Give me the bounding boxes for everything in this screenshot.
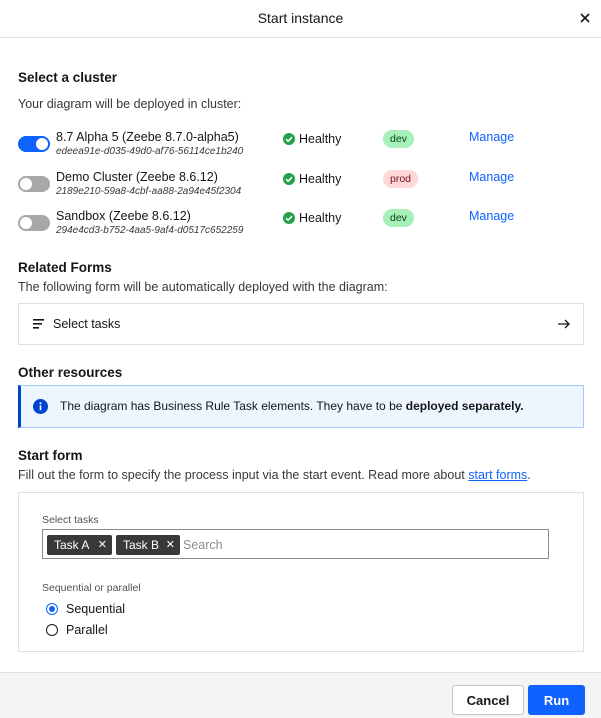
radio-button[interactable] (46, 603, 58, 615)
radio-label: Parallel (66, 623, 108, 637)
related-forms-helper: The following form will be automatically… (18, 280, 388, 294)
cluster-id: 294e4cd3-b752-4aa5-9af4-d0517c652259 (56, 225, 244, 236)
toggle-knob (20, 217, 32, 229)
checkmark-filled-icon (283, 133, 295, 145)
start-form-helper-suffix: . (527, 468, 531, 482)
environment-tag: dev (383, 209, 414, 227)
remove-tag-icon[interactable]: ✕ (166, 535, 175, 555)
cluster-name: 8.7 Alpha 5 (Zeebe 8.7.0-alpha5) (56, 130, 239, 144)
selected-tag-chip: Task A ✕ (47, 535, 112, 555)
cluster-section-helper: Your diagram will be deployed in cluster… (18, 97, 242, 111)
other-resources-title: Other resources (18, 365, 123, 380)
close-icon (580, 13, 590, 23)
cluster-toggle[interactable] (18, 176, 50, 192)
cluster-toggle[interactable] (18, 136, 50, 152)
checkmark-filled-icon (283, 173, 295, 185)
health-label: Healthy (299, 172, 342, 186)
cluster-health: Healthy (283, 132, 341, 146)
modal-footer: Cancel Run (0, 672, 601, 718)
info-notification: The diagram has Business Rule Task eleme… (18, 385, 584, 428)
run-button[interactable]: Run (528, 685, 585, 715)
remove-tag-icon[interactable]: ✕ (98, 535, 107, 555)
radio-label: Sequential (66, 602, 126, 616)
cluster-health: Healthy (283, 172, 341, 186)
manage-link[interactable]: Manage (469, 170, 514, 184)
modal-body: Select a cluster Your diagram will be de… (0, 38, 601, 672)
related-form-link[interactable]: Select tasks (18, 303, 584, 345)
notice-text: The diagram has Business Rule Task eleme… (60, 399, 524, 413)
start-form-helper-text: Fill out the form to specify the process… (18, 468, 469, 482)
cluster-health: Healthy (283, 211, 341, 225)
radio-button[interactable] (46, 624, 58, 636)
cluster-name: Demo Cluster (Zeebe 8.6.12) (56, 170, 218, 184)
start-form-helper: Fill out the form to specify the process… (18, 468, 531, 482)
related-form-label: Select tasks (53, 317, 121, 331)
chip-label: Task B (123, 538, 160, 552)
modal-header: Start instance (0, 0, 601, 38)
toggle-knob (20, 178, 32, 190)
selected-tag-chip: Task B ✕ (116, 535, 180, 555)
notice-emphasis: deployed separately. (405, 399, 524, 413)
manage-link[interactable]: Manage (469, 209, 514, 223)
chip-label: Task A (54, 538, 90, 552)
cluster-name: Sandbox (Zeebe 8.6.12) (56, 209, 191, 223)
health-label: Healthy (299, 211, 342, 225)
cluster-row: 8.7 Alpha 5 (Zeebe 8.7.0-alpha5) edeea91… (18, 130, 578, 164)
list-icon (33, 319, 44, 329)
start-forms-link[interactable]: start forms (468, 468, 527, 482)
cluster-section-title: Select a cluster (18, 70, 118, 85)
checkmark-filled-icon (283, 212, 295, 224)
cancel-button[interactable]: Cancel (452, 685, 524, 715)
cluster-id: edeea91e-d035-49d0-af76-56114ce1b240 (56, 146, 244, 157)
related-forms-title: Related Forms (18, 260, 112, 275)
select-tasks-multiselect[interactable]: Task A ✕ Task B ✕ (42, 529, 549, 559)
notice-message: The diagram has Business Rule Task eleme… (60, 399, 406, 413)
environment-tag: prod (383, 170, 419, 188)
tasks-search-input[interactable] (183, 535, 483, 555)
cluster-id: 2189e210-59a8-4cbf-aa88-2a94e45f2304 (56, 186, 242, 197)
modal-title: Start instance (257, 10, 344, 26)
toggle-knob (36, 138, 48, 150)
arrow-right-icon (558, 319, 570, 329)
manage-link[interactable]: Manage (469, 130, 514, 144)
close-button[interactable] (577, 10, 593, 26)
start-form-preview: Select tasks Task A ✕ Task B ✕ Sequentia… (18, 492, 584, 652)
cluster-toggle[interactable] (18, 215, 50, 231)
radio-group-label: Sequential or parallel (42, 582, 141, 594)
info-icon (33, 399, 48, 414)
select-tasks-label: Select tasks (42, 514, 99, 526)
health-label: Healthy (299, 132, 342, 146)
cluster-row: Sandbox (Zeebe 8.6.12) 294e4cd3-b752-4aa… (18, 209, 578, 243)
cluster-row: Demo Cluster (Zeebe 8.6.12) 2189e210-59a… (18, 170, 578, 204)
start-form-title: Start form (18, 448, 83, 463)
environment-tag: dev (383, 130, 414, 148)
